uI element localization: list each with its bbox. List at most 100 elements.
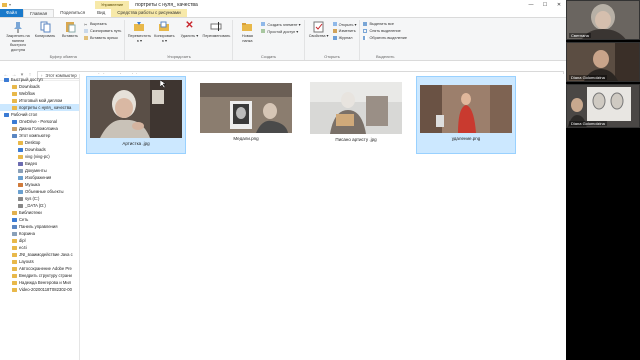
folder-icon (12, 266, 17, 271)
tab-view[interactable]: Вид (91, 9, 111, 17)
nav-item-label: Downloads (25, 147, 46, 152)
context-tab-manage[interactable]: Управление (95, 0, 130, 9)
nav-item[interactable]: _DATA (D:) (0, 202, 79, 209)
window-title: портреты с нуля_ качества (135, 1, 198, 8)
drive-icon (18, 203, 23, 208)
edit-icon (332, 29, 337, 33)
nav-item[interactable]: dipl (0, 237, 79, 244)
nav-item-label: ec4i (19, 245, 27, 250)
docs-icon (18, 168, 23, 173)
nav-item-label: Документы (25, 168, 47, 173)
copy-to-button[interactable]: Копировать в ▾ (153, 20, 175, 54)
pin-quick-access-button[interactable]: Закрепить на панели быстрого доступа (5, 20, 31, 54)
invert-selection-button[interactable]: Обратить выделение (363, 35, 407, 41)
nav-item-label: Диана Голомолзина (19, 126, 58, 131)
nav-item-label: _DATA (D:) (25, 203, 46, 208)
open-button[interactable]: Открыть ▾ (332, 21, 356, 27)
nav-item[interactable]: Downloads (0, 83, 79, 90)
create-group-label: Создать (260, 54, 277, 59)
nav-item[interactable]: Webflow (0, 90, 79, 97)
nav-item[interactable]: Рабочий стол (0, 111, 79, 118)
delete-button[interactable]: ✕ Удалить ▾ (178, 20, 200, 54)
tab-picture-tools[interactable]: Средства работы с рисунками (111, 9, 187, 17)
new-folder-button[interactable]: Новая папка (236, 20, 258, 54)
nav-item[interactable]: JNI_взаимодействие Java с (0, 251, 79, 258)
nav-item[interactable]: sys (C:) (0, 195, 79, 202)
folder-icon (12, 252, 17, 257)
rename-button[interactable]: Переименовать (202, 20, 230, 54)
new-item-button[interactable]: Создать элемент ▾ (261, 21, 301, 27)
properties-icon (313, 20, 325, 33)
select-group: Выделить все Снять выделение Обратить вы… (360, 20, 410, 60)
file-item[interactable]: Писано артисту .jpg (306, 76, 406, 154)
cut-button[interactable]: ✂ Вырезать (84, 21, 121, 27)
close-button[interactable]: ✕ (552, 2, 566, 8)
nav-item[interactable]: Этот компьютер (0, 132, 79, 139)
nav-item[interactable]: Объемные объекты (0, 188, 79, 195)
rename-icon (210, 20, 222, 33)
nav-item[interactable]: Layouts (0, 258, 79, 265)
thumbnail-image (90, 80, 182, 138)
file-item[interactable]: удаление.png (416, 76, 516, 154)
nav-item[interactable]: Музыка (0, 181, 79, 188)
nav-item[interactable]: портреты с нуля_ качества (0, 104, 79, 111)
history-button[interactable]: Журнал (332, 35, 357, 41)
nav-item[interactable]: Документы (0, 167, 79, 174)
nav-item-label: Панель управления (19, 224, 58, 229)
minimize-button[interactable]: — (524, 2, 538, 8)
tab-home[interactable]: Главная (23, 9, 55, 17)
nav-item-label: Внедрить структуру страни (19, 273, 72, 278)
select-all-button[interactable]: Выделить все (363, 21, 407, 27)
copy-folder-icon (158, 20, 170, 33)
nav-item-label: Downloads (19, 84, 40, 89)
nav-item[interactable]: ec4i (0, 244, 79, 251)
clipboard-group: Закрепить на панели быстрого доступа Коп… (2, 20, 126, 60)
select-none-button[interactable]: Снять выделение (363, 28, 407, 34)
nav-item[interactable]: Desktop (0, 139, 79, 146)
edit-button[interactable]: Изменить (332, 28, 357, 34)
nav-item[interactable]: Надежда Венгерова и Мил (0, 279, 79, 286)
nav-item-label: dipl (19, 238, 26, 243)
nav-item[interactable]: Downloads (0, 146, 79, 153)
create-group: Новая папка Создать элемент ▾ Простой до… (233, 20, 305, 60)
paste-button[interactable]: Вставить (59, 20, 81, 54)
copy-path-button[interactable]: Скопировать путь (84, 28, 121, 34)
properties-button[interactable]: Свойства ▾ (308, 20, 330, 54)
nav-item[interactable]: vivg (vivg-pc) (0, 153, 79, 160)
tab-share[interactable]: Поделиться (54, 9, 91, 17)
nav-item[interactable]: Изображения (0, 174, 79, 181)
nav-item[interactable]: Быстрый доступ (0, 76, 79, 83)
delete-x-icon: ✕ (185, 20, 194, 32)
organize-group: Переместить в ▾ Копировать в ▾ ✕ Удалить… (125, 20, 234, 60)
easy-access-button[interactable]: Простой доступ ▾ (261, 28, 300, 34)
folder-icon (12, 238, 17, 243)
nav-item[interactable]: Библиотеки (0, 209, 79, 216)
paste-shortcut-button[interactable]: Вставить ярлык (84, 35, 121, 41)
images-icon (18, 175, 23, 180)
star-icon (4, 77, 9, 82)
maximize-button[interactable]: ☐ (538, 2, 552, 8)
nav-item[interactable]: Диана Голомолзина (0, 125, 79, 132)
file-item[interactable]: Артистка .jpg (86, 76, 186, 154)
nav-item[interactable]: Панель управления (0, 223, 79, 230)
nav-item[interactable]: Итоговый мой диплом (0, 97, 79, 104)
download-icon (18, 147, 23, 152)
file-item[interactable]: Медали.png (196, 76, 296, 154)
nav-item-label: Рабочий стол (11, 112, 38, 117)
nav-item-label: Webflow (19, 91, 35, 96)
move-folder-icon (133, 20, 145, 33)
move-to-button[interactable]: Переместить в ▾ (128, 20, 151, 54)
nav-item[interactable]: Video-20200118T082302-00 (0, 286, 79, 293)
nav-item[interactable]: Сеть (0, 216, 79, 223)
user-icon (12, 126, 17, 131)
quick-access-dropdown[interactable]: ▾ (9, 2, 11, 7)
tab-file[interactable]: Файл (0, 9, 24, 17)
nav-item[interactable]: Автосохранение Adobe Pre (0, 265, 79, 272)
copy-button[interactable]: Копировать (34, 20, 56, 54)
nav-item[interactable]: OneDrive - Personal (0, 118, 79, 125)
nav-item[interactable]: Внедрить структуру страни (0, 272, 79, 279)
nav-item[interactable]: Видео (0, 160, 79, 167)
nav-item-label: Сеть (19, 217, 29, 222)
folder-icon (12, 259, 17, 264)
nav-item[interactable]: Корзина (0, 230, 79, 237)
